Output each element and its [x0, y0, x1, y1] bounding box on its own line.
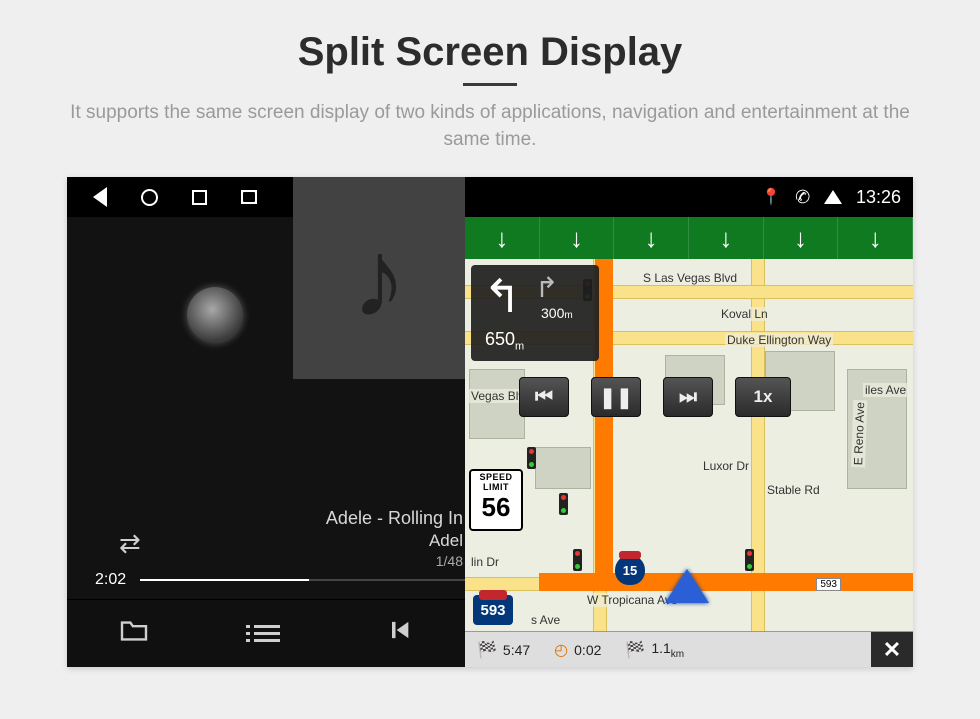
- clock-icon: ◴: [554, 640, 568, 660]
- nav-speed-button[interactable]: 1x: [735, 377, 791, 417]
- home-icon[interactable]: [141, 189, 158, 206]
- lane-arrow-icon: ↓: [719, 223, 732, 254]
- status-bar: 📍 ✆ 13:26: [465, 177, 913, 217]
- turn-instruction: ↰ ↱ 300m 650m: [471, 265, 599, 361]
- screenshot-icon[interactable]: [241, 190, 257, 204]
- turn-next-distance: 300m: [541, 305, 573, 321]
- nav-playback-controls: ⏮ ❚❚ ⏭ 1x: [519, 377, 791, 417]
- turn-next-icon: ↱: [535, 271, 558, 304]
- location-icon: 📍: [761, 187, 781, 207]
- flag-icon: 🏁: [477, 640, 497, 660]
- music-player-pane: ♪ ⇄ Adele - Rolling In Adel 1/48 2:02: [67, 177, 465, 667]
- traffic-light-icon: [527, 447, 536, 469]
- street-label: Stable Rd: [765, 483, 822, 497]
- street-label: lin Dr: [469, 555, 501, 569]
- visualizer-dot: [187, 287, 243, 343]
- progress-bar[interactable]: [140, 579, 465, 581]
- turn-total-distance: 650m: [485, 329, 524, 353]
- album-art-placeholder: ♪: [293, 177, 465, 379]
- elapsed-time: 2:02: [95, 571, 126, 589]
- traffic-light-icon: [745, 549, 754, 571]
- wifi-icon: [824, 190, 842, 204]
- device-frame: ♪ ⇄ Adele - Rolling In Adel 1/48 2:02: [67, 177, 913, 667]
- current-position-icon: [665, 569, 709, 603]
- music-note-icon: ♪: [352, 215, 407, 342]
- track-title: Adele - Rolling In: [326, 508, 463, 529]
- speed-value: 56: [471, 494, 521, 521]
- recents-icon[interactable]: [192, 190, 207, 205]
- nav-pause-button[interactable]: ❚❚: [591, 377, 641, 417]
- track-artist: Adel: [326, 531, 463, 551]
- folder-button[interactable]: [119, 618, 149, 650]
- track-info: Adele - Rolling In Adel 1/48: [326, 508, 463, 569]
- eta-duration: ◴ 0:02: [542, 640, 613, 660]
- close-nav-button[interactable]: ✕: [871, 632, 913, 667]
- nav-bottom-bar: 🏁 5:47 ◴ 0:02 🏁 1.1km ✕: [465, 631, 913, 667]
- previous-track-button[interactable]: [385, 616, 413, 651]
- player-bottom-bar: [67, 599, 465, 667]
- lane-arrow-icon: ↓: [495, 223, 508, 254]
- clock: 13:26: [856, 187, 901, 208]
- street-label: Duke Ellington Way: [725, 333, 833, 347]
- traffic-light-icon: [573, 549, 582, 571]
- lane-guidance: ↓ ↓ ↓ ↓ ↓ ↓: [465, 217, 913, 259]
- map-building: [469, 369, 525, 439]
- speed-label: LIMIT: [471, 483, 521, 492]
- traffic-light-icon: [559, 493, 568, 515]
- interstate-shield: 15: [615, 555, 645, 585]
- eta-distance: 🏁 1.1km: [613, 640, 696, 660]
- highway-shield: 593: [473, 595, 513, 625]
- turn-left-icon: ↰: [483, 273, 522, 319]
- exit-tag: 593: [816, 578, 841, 591]
- shuffle-icon[interactable]: ⇄: [119, 528, 141, 559]
- route-line: [539, 573, 913, 591]
- page-title: Split Screen Display: [0, 30, 980, 75]
- street-label: Luxor Dr: [701, 459, 751, 473]
- map-building: [535, 447, 591, 489]
- progress-row: 2:02: [95, 571, 465, 589]
- lane-arrow-icon: ↓: [570, 223, 583, 254]
- lane-arrow-icon: ↓: [869, 223, 882, 254]
- navigation-pane: 📍 ✆ 13:26 ↓ ↓ ↓ ↓ ↓ ↓: [465, 177, 913, 667]
- street-label: E Reno Ave: [851, 400, 867, 468]
- nav-prev-button[interactable]: ⏮: [519, 377, 569, 417]
- back-icon[interactable]: [93, 187, 107, 207]
- street-label: iles Ave: [863, 383, 908, 397]
- page-subtitle: It supports the same screen display of t…: [50, 100, 930, 153]
- speed-limit-sign: SPEED LIMIT 56: [469, 469, 523, 531]
- phone-icon: ✆: [793, 186, 812, 209]
- playlist-button[interactable]: [254, 625, 280, 642]
- title-divider: [463, 83, 517, 86]
- eta-time: 🏁 5:47: [465, 640, 542, 660]
- nav-next-button[interactable]: ⏭: [663, 377, 713, 417]
- flag-icon: 🏁: [625, 640, 645, 660]
- player-body: ♪ ⇄ Adele - Rolling In Adel 1/48 2:02: [67, 217, 465, 667]
- street-label: Koval Ln: [719, 307, 770, 321]
- map-canvas[interactable]: S Las Vegas Blvd Koval Ln Duke Ellington…: [465, 259, 913, 631]
- lane-arrow-icon: ↓: [794, 223, 807, 254]
- track-index: 1/48: [326, 553, 463, 569]
- street-label: S Las Vegas Blvd: [641, 271, 739, 285]
- street-label: s Ave: [529, 613, 562, 627]
- lane-arrow-icon: ↓: [645, 223, 658, 254]
